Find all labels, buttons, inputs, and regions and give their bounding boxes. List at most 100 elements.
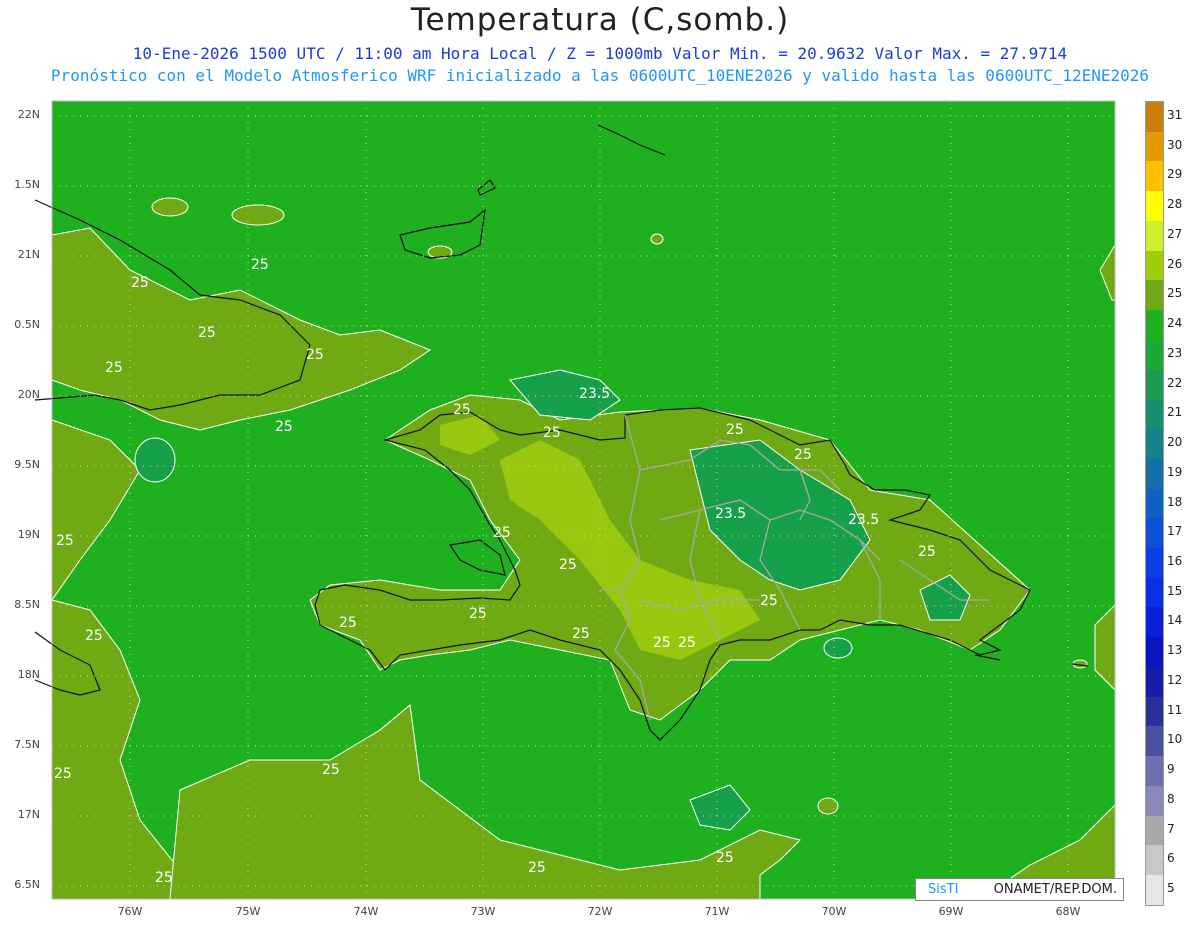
legend-level-label: 28 [1167, 197, 1183, 212]
legend-level-label: 26 [1167, 256, 1183, 271]
blob [151, 197, 189, 217]
legend-level-label: 20 [1167, 435, 1183, 450]
legend-swatch [1146, 875, 1163, 905]
contour-label: 25 [653, 635, 671, 651]
blob [231, 204, 285, 226]
contour-label: 25 [469, 606, 487, 622]
contour-label: 25 [493, 525, 511, 541]
contour-label: 25 [131, 275, 149, 291]
blob [134, 437, 176, 483]
lat-label: 17N [17, 808, 40, 821]
lat-label: 22N [17, 108, 40, 121]
contour-label: 25 [794, 447, 812, 463]
legend-level-label: 24 [1167, 316, 1183, 331]
brand-logo: SisTI [928, 882, 959, 897]
legend-level-label: 25 [1167, 286, 1183, 301]
legend-level-label: 7 [1167, 821, 1175, 836]
legend-level-label: 23 [1167, 345, 1183, 360]
lon-label: 75W [235, 905, 261, 918]
lon-label: 70W [821, 905, 847, 918]
legend-swatch [1146, 250, 1163, 281]
credit-box: SisTI ONAMET/REP.DOM. [915, 878, 1124, 901]
contour-label: 25 [918, 544, 936, 560]
lon-label: 71W [704, 905, 730, 918]
contour-label: 25 [306, 347, 324, 363]
legend-swatch [1146, 845, 1163, 876]
legend-swatch [1146, 310, 1163, 340]
contour-label: 25 [678, 635, 696, 651]
lon-label: 68W [1055, 905, 1081, 918]
valid-time-line: 10-Ene-2026 1500 UTC / 11:00 am Hora Loc… [132, 44, 1068, 63]
legend-level-label: 21 [1167, 405, 1183, 420]
legend-swatch [1146, 637, 1163, 667]
contour-label: 25 [528, 860, 546, 876]
legend-level-label: 30 [1167, 137, 1183, 152]
contour-label: 25 [760, 593, 778, 609]
contour-label: 25 [251, 257, 269, 273]
legend-level-label: 10 [1167, 732, 1183, 747]
legend-level-label: 14 [1167, 613, 1183, 628]
legend-level-label: 22 [1167, 375, 1183, 390]
contour-label: 25 [716, 850, 734, 866]
legend-swatch [1146, 131, 1163, 162]
contour-label: 25 [543, 425, 561, 441]
legend-swatch [1146, 399, 1163, 430]
legend-swatch [1146, 429, 1163, 459]
legend-swatch [1146, 607, 1163, 638]
legend-level-label: 16 [1167, 553, 1183, 568]
legend-swatch [1146, 161, 1163, 192]
lat-label: 7.5N [14, 738, 40, 751]
lat-label: 19N [17, 528, 40, 541]
contour-label: 25 [54, 766, 72, 782]
legend-level-label: 11 [1167, 702, 1183, 717]
legend-swatch [1146, 191, 1163, 221]
legend-level-label: 31 [1167, 107, 1183, 122]
legend-level-label: 15 [1167, 583, 1183, 598]
contour-label: 25 [56, 533, 74, 549]
model-info-line: Pronóstico con el Modelo Atmosferico WRF… [50, 66, 1150, 85]
legend-swatch [1146, 785, 1163, 816]
map-title: Temperatura (C,somb.) [410, 2, 790, 38]
legend-swatch [1146, 666, 1163, 697]
legend-level-label: 12 [1167, 672, 1183, 687]
legend-swatch [1146, 577, 1163, 608]
legend-swatch [1146, 756, 1163, 786]
lat-label: 8.5N [14, 598, 40, 611]
legend-swatch [1146, 726, 1163, 757]
contour-label: 25 [85, 628, 103, 644]
legend-swatch [1146, 518, 1163, 549]
organization-label: ONAMET/REP.DOM. [993, 882, 1117, 897]
legend-swatch [1146, 815, 1163, 846]
legend-level-label: 19 [1167, 464, 1183, 479]
legend-swatch [1146, 488, 1163, 519]
contour-label: 25 [572, 626, 590, 642]
contour-label: 25 [275, 419, 293, 435]
contour-label: 25 [198, 325, 216, 341]
lat-label: 18N [17, 668, 40, 681]
legend-level-label: 9 [1167, 762, 1175, 777]
lat-label: 1.5N [14, 178, 40, 191]
contour-label: 25 [155, 870, 173, 886]
legend-level-label: 6 [1167, 851, 1175, 866]
lat-label: 9.5N [14, 458, 40, 471]
legend-swatch [1146, 458, 1163, 489]
legend-swatch [1146, 102, 1163, 132]
lon-label: 69W [938, 905, 964, 918]
lat-label: 6.5N [14, 878, 40, 891]
contour-label: 23.5 [848, 512, 879, 528]
legend-level-label: 29 [1167, 167, 1183, 182]
contour-label: 25 [453, 402, 471, 418]
temperature-map: 25 25 25 25 25 25 25 25 25 25 25 25 25 2… [34, 100, 1116, 900]
legend-level-label: 27 [1167, 226, 1183, 241]
lon-label: 76W [117, 905, 143, 918]
legend-swatch [1146, 369, 1163, 400]
contour-label: 25 [559, 557, 577, 573]
legend-swatch [1146, 696, 1163, 727]
blob [817, 797, 839, 815]
legend-level-label: 13 [1167, 643, 1183, 658]
contour-label: 25 [322, 762, 340, 778]
lon-label: 74W [353, 905, 379, 918]
lon-label: 72W [587, 905, 613, 918]
legend-level-label: 8 [1167, 791, 1175, 806]
legend-swatch [1146, 548, 1163, 578]
